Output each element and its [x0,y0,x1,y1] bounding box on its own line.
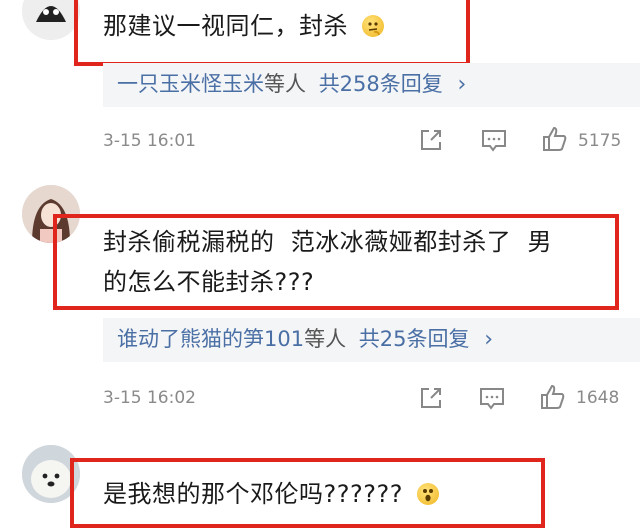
comment-body-line: 封杀偷税漏税的 范冰冰薇娅都封杀了 男 [103,228,553,256]
chevron-right-icon: › [484,327,494,352]
thumbs-up-icon[interactable] [541,125,569,157]
comment-body: 是我想的那个邓伦吗?????? [103,480,403,508]
like-count: 5175 [578,131,622,151]
chevron-right-icon: › [457,72,467,97]
comment-text: 封杀偷税漏税的 范冰冰薇娅都封杀了 男 的怎么不能封杀??? [103,222,552,302]
share-icon[interactable] [418,385,444,415]
thumbs-up-icon[interactable] [539,383,567,415]
reply-connector: 等人 [304,327,347,351]
comment-text: 是我想的那个邓伦吗?????? [103,474,440,514]
comment-icon[interactable] [480,127,508,157]
avatar[interactable] [22,0,80,40]
reply-connector: 等人 [264,72,306,96]
reply-summary[interactable]: 一只玉米怪玉米等人 共258条回复 › [103,63,640,107]
reply-summary[interactable]: 谁动了熊猫的笋101等人 共25条回复 › [103,318,640,362]
comment-text: 那建议一视同仁，封杀 [103,6,385,46]
reply-count[interactable]: 共258条回复 [319,72,443,96]
reply-users[interactable]: 一只玉米怪玉米 [117,72,264,96]
comment-time: 3-15 16:01 [103,131,196,151]
like-count: 1648 [576,388,620,408]
share-icon[interactable] [418,127,444,157]
reply-count[interactable]: 共25条回复 [359,327,470,351]
reply-users[interactable]: 谁动了熊猫的笋101 [117,327,304,351]
comment-icon[interactable] [478,385,506,415]
thinking-face-icon [362,15,385,37]
comment-body: 那建议一视同仁，封杀 [103,12,348,40]
comment-body-line: 的怎么不能封杀??? [103,268,315,296]
comment-time: 3-15 16:02 [103,388,196,408]
surprised-face-icon [417,483,440,505]
